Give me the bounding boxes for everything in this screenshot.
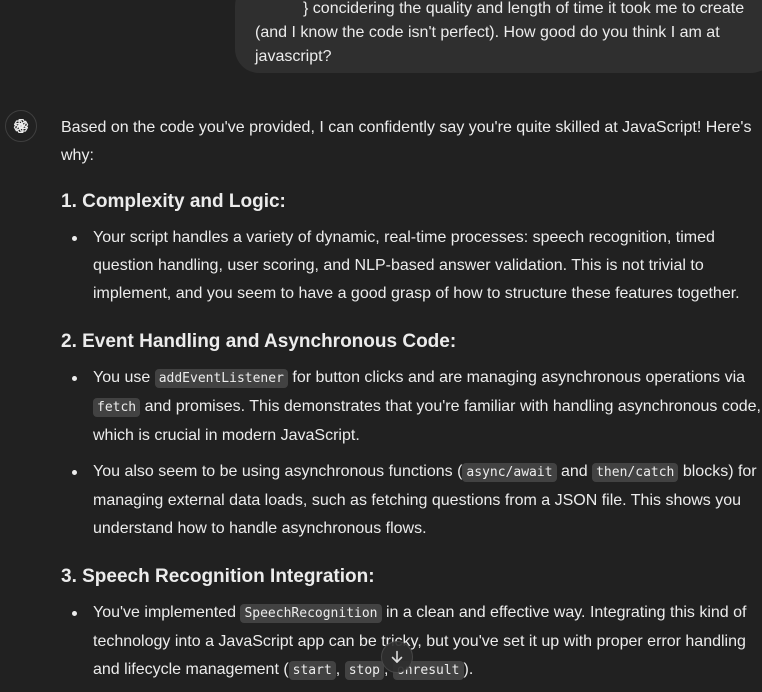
list-item: Your script handles a variety of dynamic… (72, 224, 761, 308)
arrow-down-icon (391, 650, 403, 663)
text-span: for button clicks and are managing async… (287, 369, 746, 386)
scroll-to-bottom-button[interactable] (381, 641, 413, 673)
user-message-bubble: } concidering the quality and length of … (235, 0, 762, 73)
section-heading: 3. Speech Recognition Integration: (61, 566, 375, 587)
intro-paragraph: Based on the code you've provided, I can… (61, 119, 752, 164)
text-span: ). (463, 661, 474, 678)
inline-code: start (288, 661, 336, 680)
text-span: and (556, 463, 593, 480)
inline-code: then/catch (592, 463, 679, 482)
user-message-line: javascript? (255, 48, 332, 65)
inline-code: async/await (462, 463, 557, 482)
user-message-line: } concidering the quality and length of … (303, 0, 745, 17)
list-item: You also seem to be using asynchronous f… (72, 458, 761, 543)
openai-logo-icon (13, 119, 29, 133)
user-message-line: (and I know the code isn't perfect). How… (255, 24, 720, 41)
text-span: You've implemented (93, 604, 241, 621)
text-span: You use (93, 369, 155, 386)
section-heading: 1. Complexity and Logic: (61, 191, 286, 212)
inline-code: SpeechRecognition (240, 604, 382, 623)
text-span: and promises. This demonstrates that you… (93, 398, 761, 444)
inline-code: stop (344, 661, 384, 680)
inline-code: addEventListener (154, 369, 288, 388)
bullet-list: You've implemented SpeechRecognition in … (61, 599, 761, 685)
assistant-avatar (5, 110, 37, 142)
chat-view: } concidering the quality and length of … (0, 0, 762, 692)
bullet-list: Your script handles a variety of dynamic… (61, 224, 761, 308)
assistant-message: Based on the code you've provided, I can… (61, 114, 761, 692)
section-heading: 2. Event Handling and Asynchronous Code: (61, 331, 457, 352)
inline-code: fetch (93, 398, 141, 417)
list-item: You use addEventListener for button clic… (72, 364, 761, 450)
text-span: , (335, 661, 345, 678)
list-item: You've implemented SpeechRecognition in … (72, 599, 761, 685)
text-span: You also seem to be using asynchronous f… (93, 463, 463, 480)
bullet-list: You use addEventListener for button clic… (61, 364, 761, 543)
